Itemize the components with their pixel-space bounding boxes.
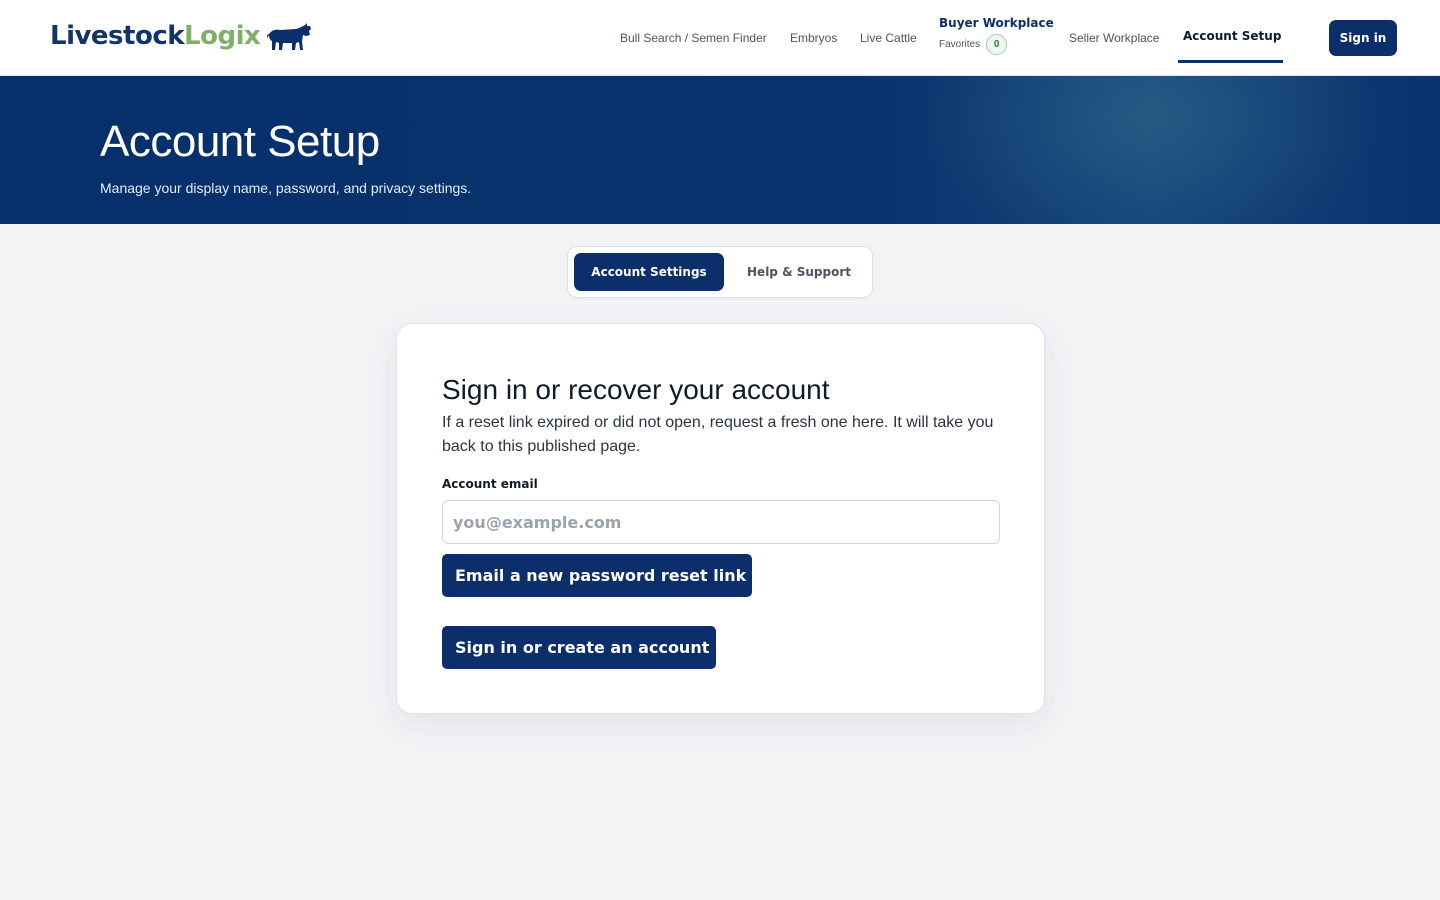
tab-help-support[interactable]: Help & Support (732, 253, 866, 291)
nav-seller-workplace[interactable]: Seller Workplace (1069, 30, 1159, 46)
account-email-input[interactable] (442, 500, 1000, 544)
nav-bull-search[interactable]: Bull Search / Semen Finder (620, 30, 767, 46)
favorites-label: Favorites (939, 39, 981, 50)
account-recovery-card: Sign in or recover your account If a res… (396, 323, 1045, 714)
nav-buyer-workplace[interactable]: Buyer Workplace Favorites 0 (939, 15, 1054, 55)
brand-name-part1: Livestock (50, 21, 185, 51)
settings-tabs: Account Settings Help & Support (567, 246, 873, 298)
email-label: Account email (442, 477, 538, 491)
sign-in-create-account-button[interactable]: Sign in or create an account (442, 626, 716, 669)
page-title: Account Setup (100, 117, 380, 166)
sign-in-button[interactable]: Sign in (1329, 20, 1397, 56)
page-subtitle: Manage your display name, password, and … (100, 180, 472, 196)
card-description: If a reset link expired or did not open,… (442, 414, 994, 455)
nav-account-setup[interactable]: Account Setup (1178, 0, 1283, 63)
hero-banner: Account Setup Manage your display name, … (0, 76, 1440, 224)
bull-icon (267, 23, 311, 50)
brand-logo[interactable]: LivestockLogix (50, 19, 261, 53)
email-reset-link-button[interactable]: Email a new password reset link (442, 554, 752, 597)
card-heading: Sign in or recover your account (442, 374, 830, 405)
nav-account-setup-label: Account Setup (1183, 29, 1282, 43)
nav-embryos[interactable]: Embryos (790, 30, 837, 46)
top-navigation-bar: LivestockLogix Bull Search / Semen Finde… (0, 0, 1440, 76)
tab-account-settings[interactable]: Account Settings (574, 253, 724, 291)
buyer-workplace-label: Buyer Workplace (939, 16, 1054, 30)
nav-live-cattle[interactable]: Live Cattle (860, 30, 917, 46)
brand-name-part2: Logix (184, 21, 261, 51)
favorites-count-badge: 0 (986, 34, 1008, 55)
favorites-row[interactable]: Favorites 0 (939, 34, 1054, 55)
